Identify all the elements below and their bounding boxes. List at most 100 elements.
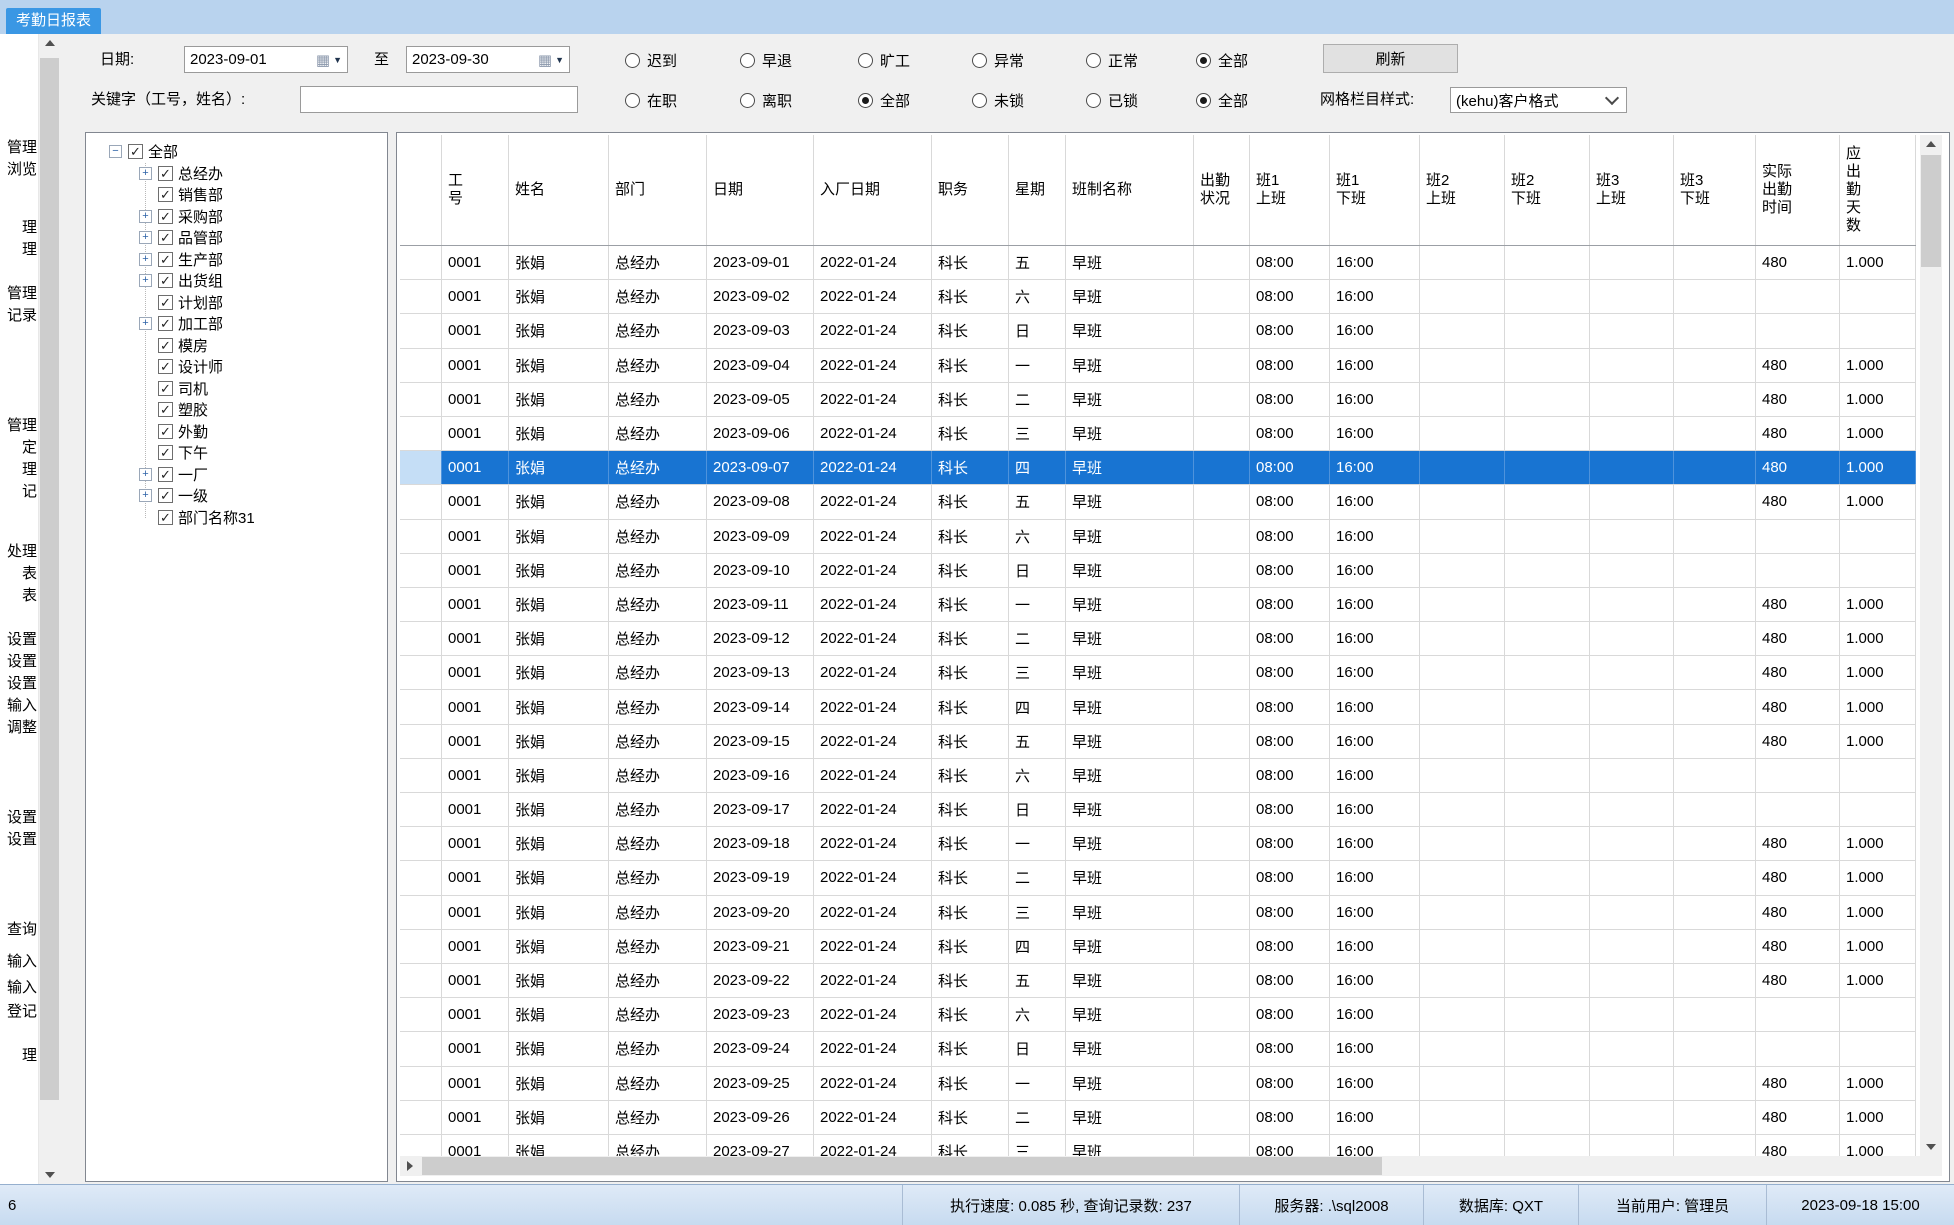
tree-checkbox[interactable]: ✓ <box>158 467 173 482</box>
rail-menu-item[interactable]: 调整 <box>0 718 37 738</box>
column-header-s3_out[interactable]: 班3下班 <box>1674 135 1756 245</box>
tree-item[interactable]: ✓设计师 <box>139 356 223 377</box>
left-rail-scrollbar[interactable] <box>38 34 60 1184</box>
table-row[interactable]: 0001张娟总经办2023-09-062022-01-24科长三早班08:001… <box>400 417 1916 451</box>
scroll-down-button[interactable] <box>1920 1138 1942 1156</box>
tree-item[interactable]: ✓司机 <box>139 378 208 399</box>
tree-item[interactable]: +✓一厂 <box>139 464 208 485</box>
tree-item[interactable]: ✓计划部 <box>139 292 223 313</box>
rail-menu-item[interactable]: 表 <box>0 586 37 606</box>
dropdown-arrow-icon[interactable]: ▼ <box>333 55 342 65</box>
rail-menu-item[interactable]: 记 <box>0 482 37 502</box>
column-header-actual_minutes[interactable]: 实际出勤时间 <box>1756 135 1840 245</box>
tree-checkbox[interactable]: ✓ <box>158 295 173 310</box>
expand-icon[interactable]: + <box>139 317 152 330</box>
rail-menu-item[interactable]: 管理 <box>0 138 37 158</box>
scroll-down-button[interactable] <box>39 1166 60 1184</box>
table-row[interactable]: 0001张娟总经办2023-09-022022-01-24科长六早班08:001… <box>400 280 1916 314</box>
rail-menu-item[interactable]: 理 <box>0 218 37 238</box>
scrollbar-thumb[interactable] <box>40 58 59 1100</box>
column-header-shift[interactable]: 班制名称 <box>1066 135 1194 245</box>
table-row[interactable]: 0001张娟总经办2023-09-102022-01-24科长日早班08:001… <box>400 554 1916 588</box>
table-row[interactable]: 0001张娟总经办2023-09-112022-01-24科长一早班08:001… <box>400 588 1916 622</box>
column-header-dept[interactable]: 部门 <box>609 135 707 245</box>
grid-vertical-scrollbar[interactable] <box>1920 135 1942 1156</box>
tree-item[interactable]: −✓全部 <box>109 141 178 162</box>
collapse-icon[interactable]: − <box>109 145 122 158</box>
table-row[interactable]: 0001张娟总经办2023-09-182022-01-24科长一早班08:001… <box>400 827 1916 861</box>
table-row[interactable]: 0001张娟总经办2023-09-262022-01-24科长二早班08:001… <box>400 1101 1916 1135</box>
tree-checkbox[interactable]: ✓ <box>158 230 173 245</box>
table-row[interactable]: 0001张娟总经办2023-09-202022-01-24科长三早班08:001… <box>400 896 1916 930</box>
tree-checkbox[interactable]: ✓ <box>128 144 143 159</box>
column-header-s2_in[interactable]: 班2上班 <box>1420 135 1505 245</box>
expand-icon[interactable]: + <box>139 274 152 287</box>
tree-checkbox[interactable]: ✓ <box>158 166 173 181</box>
column-header-hire_date[interactable]: 入厂日期 <box>814 135 932 245</box>
table-row[interactable]: 0001张娟总经办2023-09-122022-01-24科长二早班08:001… <box>400 622 1916 656</box>
column-header-title[interactable]: 职务 <box>932 135 1009 245</box>
tab-attendance-daily-report[interactable]: 考勤日报表 <box>6 8 101 34</box>
column-header-s1_in[interactable]: 班1上班 <box>1250 135 1330 245</box>
date-from-input[interactable]: 2023-09-01 ▦ ▼ <box>184 46 348 73</box>
table-row[interactable]: 0001张娟总经办2023-09-042022-01-24科长一早班08:001… <box>400 349 1916 383</box>
rail-menu-item[interactable]: 查询 <box>0 920 37 940</box>
tree-item[interactable]: ✓销售部 <box>139 184 223 205</box>
grid-horizontal-scrollbar[interactable] <box>400 1156 1920 1176</box>
keyword-input[interactable] <box>300 86 578 113</box>
table-row[interactable]: 0001张娟总经办2023-09-052022-01-24科长二早班08:001… <box>400 383 1916 417</box>
radio-employee-6[interactable]: 全部 <box>1196 90 1248 110</box>
rail-menu-item[interactable]: 理 <box>0 460 37 480</box>
expand-icon[interactable]: + <box>139 231 152 244</box>
rail-menu-item[interactable]: 设置 <box>0 830 37 850</box>
column-header-week[interactable]: 星期 <box>1009 135 1066 245</box>
rail-menu-item[interactable]: 表 <box>0 564 37 584</box>
rail-menu-item[interactable]: 设置 <box>0 630 37 650</box>
tree-checkbox[interactable]: ✓ <box>158 252 173 267</box>
tree-item[interactable]: +✓采购部 <box>139 206 223 227</box>
radio-attendance-3[interactable]: 旷工 <box>858 50 910 70</box>
table-row[interactable]: 0001张娟总经办2023-09-272022-01-24科长三早班08:001… <box>400 1135 1916 1156</box>
tree-checkbox[interactable]: ✓ <box>158 359 173 374</box>
scrollbar-thumb[interactable] <box>422 1157 1382 1175</box>
expand-icon[interactable]: + <box>139 167 152 180</box>
table-row[interactable]: 0001张娟总经办2023-09-222022-01-24科长五早班08:001… <box>400 964 1916 998</box>
tree-item[interactable]: +✓品管部 <box>139 227 223 248</box>
tree-checkbox[interactable]: ✓ <box>158 273 173 288</box>
tree-checkbox[interactable]: ✓ <box>158 445 173 460</box>
column-header-status[interactable]: 出勤状况 <box>1194 135 1250 245</box>
radio-attendance-5[interactable]: 正常 <box>1086 50 1138 70</box>
column-header-name[interactable]: 姓名 <box>509 135 609 245</box>
table-row[interactable]: 0001张娟总经办2023-09-152022-01-24科长五早班08:001… <box>400 725 1916 759</box>
scroll-up-button[interactable] <box>39 34 60 52</box>
column-header-s2_out[interactable]: 班2下班 <box>1505 135 1590 245</box>
rail-menu-item[interactable]: 理 <box>0 1046 37 1066</box>
table-row[interactable]: 0001张娟总经办2023-09-142022-01-24科长四早班08:001… <box>400 690 1916 724</box>
radio-employee-3[interactable]: 全部 <box>858 90 910 110</box>
rail-menu-item[interactable]: 设置 <box>0 808 37 828</box>
radio-attendance-4[interactable]: 异常 <box>972 50 1024 70</box>
tree-item[interactable]: ✓下午 <box>139 442 208 463</box>
grid-style-select[interactable]: (kehu)客户格式 <box>1450 87 1627 113</box>
tree-item[interactable]: ✓塑胶 <box>139 399 208 420</box>
rail-menu-item[interactable]: 记录 <box>0 306 37 326</box>
tree-checkbox[interactable]: ✓ <box>158 338 173 353</box>
tree-item[interactable]: ✓部门名称31 <box>139 507 255 528</box>
rail-menu-item[interactable]: 输入 <box>0 952 37 972</box>
tree-checkbox[interactable]: ✓ <box>158 510 173 525</box>
table-row[interactable]: 0001张娟总经办2023-09-092022-01-24科长六早班08:001… <box>400 520 1916 554</box>
expand-icon[interactable]: + <box>139 468 152 481</box>
table-row[interactable]: 0001张娟总经办2023-09-012022-01-24科长五早班08:001… <box>400 246 1916 280</box>
rail-menu-item[interactable]: 理 <box>0 240 37 260</box>
radio-attendance-1[interactable]: 迟到 <box>625 50 677 70</box>
radio-employee-4[interactable]: 未锁 <box>972 90 1024 110</box>
table-row[interactable]: 0001张娟总经办2023-09-082022-01-24科长五早班08:001… <box>400 485 1916 519</box>
table-row[interactable]: 0001张娟总经办2023-09-172022-01-24科长日早班08:001… <box>400 793 1916 827</box>
column-header-emp_no[interactable]: 工号 <box>442 135 509 245</box>
rail-menu-item[interactable]: 输入 <box>0 978 37 998</box>
rail-menu-item[interactable]: 管理 <box>0 416 37 436</box>
radio-attendance-2[interactable]: 早退 <box>740 50 792 70</box>
tree-item[interactable]: +✓加工部 <box>139 313 223 334</box>
table-row[interactable]: 0001张娟总经办2023-09-032022-01-24科长日早班08:001… <box>400 314 1916 348</box>
rail-menu-item[interactable]: 浏览 <box>0 160 37 180</box>
